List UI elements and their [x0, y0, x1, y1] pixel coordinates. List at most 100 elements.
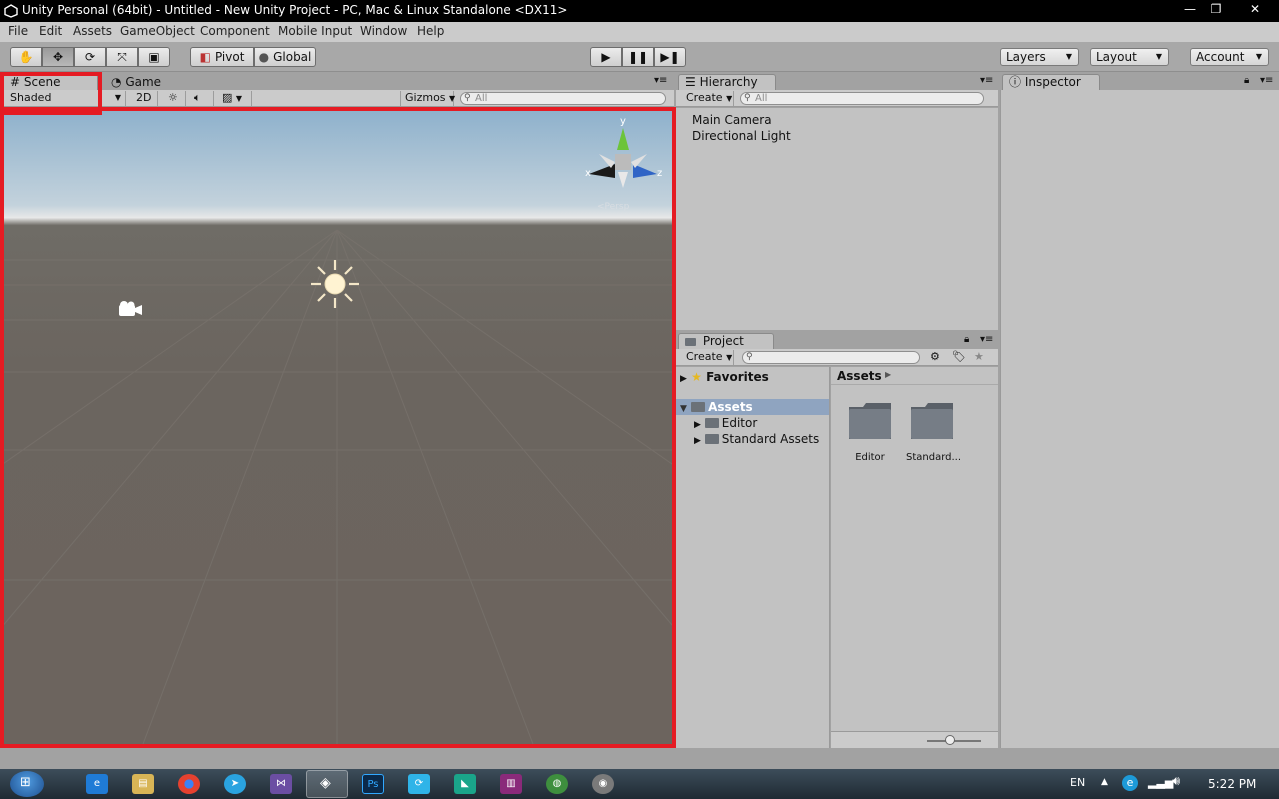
2d-toggle[interactable]: 2D	[132, 91, 158, 106]
close-button[interactable]: ✕	[1240, 0, 1270, 18]
hierarchy-list: Main Camera Directional Light	[676, 108, 998, 330]
visual-studio-icon[interactable]: ⋈	[270, 774, 292, 794]
pause-button[interactable]: ❚❚	[622, 47, 654, 67]
menu-edit[interactable]: Edit	[39, 24, 62, 38]
menu-assets[interactable]: Assets	[73, 24, 112, 38]
breadcrumb: Assets ▶	[831, 367, 998, 385]
start-button[interactable]: ⊞	[10, 771, 44, 797]
car-app-icon[interactable]: ◉	[592, 774, 614, 794]
tray-app-icon[interactable]: e	[1122, 775, 1138, 791]
menu-file[interactable]: File	[8, 24, 28, 38]
tree-item-standard-assets[interactable]: ▶ Standard Assets	[694, 432, 819, 446]
tab-scene[interactable]: # Scene	[3, 74, 98, 91]
green-app-icon[interactable]: ◣	[454, 774, 476, 794]
favorites-node[interactable]: ▶ ★ Favorites	[680, 370, 769, 384]
tab-inspector[interactable]: ⓘ Inspector	[1002, 74, 1100, 91]
panel-menu-icon[interactable]: ▾≡	[1260, 75, 1273, 86]
pacman-icon: ◔	[111, 75, 122, 89]
tab-hierarchy[interactable]: ☰ Hierarchy	[678, 74, 776, 91]
asset-folder-standard-assets[interactable]: Standard...	[906, 401, 965, 463]
shading-mode-dropdown[interactable]: Shaded ▼	[6, 91, 126, 106]
scene-audio-toggle[interactable]: 🔈︎	[190, 91, 214, 106]
telegram-icon[interactable]: ➤	[224, 774, 246, 794]
globe-app-icon[interactable]: ◍	[546, 774, 568, 794]
hierarchy-search-input[interactable]: ⚲ All	[740, 92, 984, 105]
lock-icon[interactable]: 🔒︎	[1244, 75, 1249, 86]
layout-dropdown[interactable]: Layout ▼	[1090, 48, 1169, 66]
scene-grid	[3, 229, 672, 744]
dropdown-arrow-icon: ▼	[1155, 52, 1162, 61]
menu-mobile-input[interactable]: Mobile Input	[278, 24, 352, 38]
move-tool-button[interactable]: ✥	[42, 47, 74, 67]
unity-logo-icon	[4, 4, 18, 18]
project-create-dropdown[interactable]: Create ▼	[682, 350, 734, 365]
layers-dropdown[interactable]: Layers ▼	[1000, 48, 1079, 66]
gizmos-dropdown[interactable]: Gizmos ▼	[400, 91, 455, 106]
tab-game[interactable]: ◔ Game	[104, 74, 174, 91]
global-toggle[interactable]: ● Global	[254, 47, 316, 67]
hierarchy-item-directional-light[interactable]: Directional Light	[692, 129, 791, 143]
account-dropdown[interactable]: Account ▼	[1190, 48, 1269, 66]
hand-tool-button[interactable]: ✋	[10, 47, 42, 67]
rotate-tool-button[interactable]: ⟳	[74, 47, 106, 67]
zoom-slider-thumb[interactable]	[945, 735, 955, 745]
volume-icon[interactable]: 🔊︎	[1172, 774, 1180, 789]
scene-lighting-toggle[interactable]: ☼	[164, 91, 186, 106]
hierarchy-create-dropdown[interactable]: Create ▼	[682, 91, 734, 106]
show-hidden-icons-icon[interactable]: ▲	[1101, 777, 1108, 787]
unity-taskbar-button[interactable]: ◈	[306, 770, 348, 798]
filter-by-label-icon[interactable]: 🏷︎	[952, 350, 966, 363]
favorite-star-icon[interactable]: ★	[974, 350, 984, 363]
network-signal-icon[interactable]: ▂▃▅	[1148, 776, 1173, 789]
language-indicator[interactable]: EN	[1070, 776, 1085, 789]
scene-gizmo[interactable]: y x z	[585, 116, 665, 211]
main-toolbar: ✋ ✥ ⟳ ⤧ ▣ ◧ Pivot ● Global ▶ ❚❚ ▶❚ Layer…	[0, 42, 1279, 72]
menu-gameobject[interactable]: GameObject	[120, 24, 195, 38]
file-explorer-icon[interactable]: ▤	[132, 774, 154, 794]
internet-explorer-icon[interactable]: e	[86, 774, 108, 794]
sun-icon: ☼	[168, 91, 178, 104]
panel-menu-icon[interactable]: ▾≡	[980, 75, 993, 86]
maximize-button[interactable]: ❐	[1202, 0, 1230, 18]
play-button[interactable]: ▶	[590, 47, 622, 67]
folder-icon	[691, 402, 706, 412]
filter-by-type-icon[interactable]: ⚙	[930, 350, 940, 363]
persp-label[interactable]: <Persp	[597, 202, 629, 212]
scene-effects-dropdown[interactable]: ▨ ▼	[218, 91, 252, 106]
panel-menu-icon[interactable]: ▾≡	[654, 75, 667, 86]
photoshop-icon[interactable]: Ps	[362, 774, 384, 794]
scene-viewport[interactable]: y x z <Persp	[3, 110, 672, 744]
project-search-input[interactable]: ⚲	[742, 351, 920, 364]
lock-icon[interactable]: 🔒︎	[964, 334, 969, 345]
collapse-arrow-icon: ▼	[680, 404, 687, 414]
menu-component[interactable]: Component	[200, 24, 270, 38]
chrome-icon[interactable]	[178, 774, 200, 794]
tree-item-editor[interactable]: ▶ Editor	[694, 416, 757, 430]
expand-arrow-icon: ▶	[694, 436, 701, 446]
layout-label: Layout	[1096, 50, 1137, 64]
step-button[interactable]: ▶❚	[654, 47, 686, 67]
winrar-icon[interactable]: ▥	[500, 774, 522, 794]
system-clock[interactable]: 5:22 PM	[1208, 777, 1256, 791]
dropdown-arrow-icon: ▼	[1255, 52, 1262, 61]
tab-project[interactable]: Project	[678, 333, 774, 350]
camera-icon[interactable]	[117, 300, 145, 318]
rect-tool-button[interactable]: ▣	[138, 47, 170, 67]
sync-app-icon[interactable]: ⟳	[408, 774, 430, 794]
panel-menu-icon[interactable]: ▾≡	[980, 334, 993, 345]
expand-arrow-icon: ▶	[680, 374, 687, 384]
assets-node[interactable]: ▼ Assets	[680, 400, 753, 414]
hierarchy-item-main-camera[interactable]: Main Camera	[692, 113, 772, 127]
menu-help[interactable]: Help	[417, 24, 444, 38]
breadcrumb-assets[interactable]: Assets	[837, 369, 882, 383]
rect-tool-icon: ▣	[148, 50, 160, 64]
pivot-toggle[interactable]: ◧ Pivot	[190, 47, 254, 67]
minimize-button[interactable]: —	[1176, 0, 1204, 18]
title-bar: Unity Personal (64bit) - Untitled - New …	[0, 0, 1279, 22]
asset-folder-editor[interactable]: Editor	[847, 401, 897, 463]
directional-light-icon[interactable]	[309, 258, 361, 310]
folder-icon	[849, 403, 891, 439]
scene-search-input[interactable]: ⚲ All	[460, 92, 666, 105]
menu-window[interactable]: Window	[360, 24, 407, 38]
scale-tool-button[interactable]: ⤧	[106, 47, 138, 67]
